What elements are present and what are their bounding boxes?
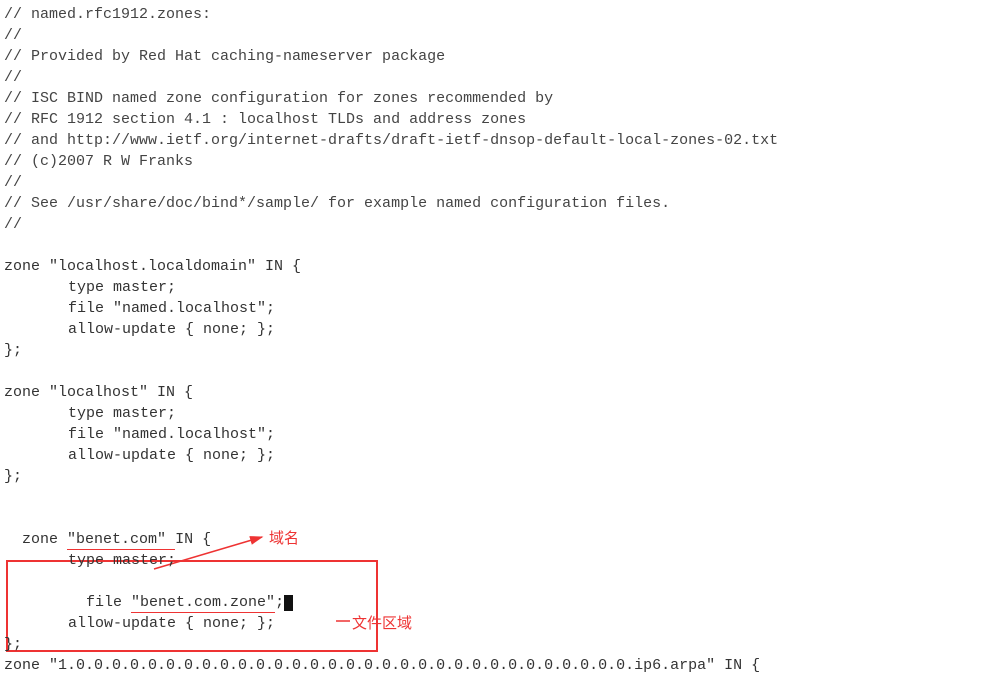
- comment-line: //: [4, 214, 981, 235]
- zone-close: };: [4, 340, 981, 361]
- zone-body-file: file "benet.com.zone";: [4, 571, 981, 613]
- comment-line: //: [4, 172, 981, 193]
- zone-body: file "named.localhost";: [4, 424, 981, 445]
- file-end: ;: [275, 594, 284, 611]
- file-keyword: file: [86, 594, 131, 611]
- blank-line: [4, 361, 981, 382]
- annotation-filezone: 文件区域: [352, 613, 412, 634]
- blank-line: [4, 235, 981, 256]
- zone-keyword: zone: [22, 531, 67, 548]
- comment-line: // ISC BIND named zone configuration for…: [4, 88, 981, 109]
- zone-body: type master;: [4, 277, 981, 298]
- zone-body: type master;: [4, 403, 981, 424]
- zone-domain: "benet.com": [67, 531, 175, 550]
- comment-line: // Provided by Red Hat caching-nameserve…: [4, 46, 981, 67]
- comment-line: // named.rfc1912.zones:: [4, 4, 981, 25]
- comment-line: //: [4, 67, 981, 88]
- cursor-icon: [284, 595, 293, 611]
- zone-close: };: [4, 466, 981, 487]
- zone-body: allow-update { none; };: [4, 319, 981, 340]
- zone-open: zone "1.0.0.0.0.0.0.0.0.0.0.0.0.0.0.0.0.…: [4, 655, 981, 676]
- zone-body: type master;: [4, 550, 981, 571]
- comment-line: //: [4, 25, 981, 46]
- blank-line: [4, 487, 981, 508]
- config-file-view: // named.rfc1912.zones: // // Provided b…: [4, 4, 981, 676]
- comment-line: // (c)2007 R W Franks: [4, 151, 981, 172]
- comment-line: // RFC 1912 section 4.1 : localhost TLDs…: [4, 109, 981, 130]
- comment-line: // See /usr/share/doc/bind*/sample/ for …: [4, 193, 981, 214]
- zone-open: zone "localhost" IN {: [4, 382, 981, 403]
- zone-open-rest: IN {: [175, 531, 211, 548]
- zone-body: file "named.localhost";: [4, 298, 981, 319]
- zone-close: };: [4, 634, 981, 655]
- zone-open: zone "localhost.localdomain" IN {: [4, 256, 981, 277]
- file-value: "benet.com.zone": [131, 594, 275, 613]
- annotation-domain: 域名: [269, 528, 299, 549]
- comment-line: // and http://www.ietf.org/internet-draf…: [4, 130, 981, 151]
- zone-open: zone "benet.com" IN {: [4, 508, 981, 550]
- zone-body: allow-update { none; };: [4, 613, 981, 634]
- zone-body: allow-update { none; };: [4, 445, 981, 466]
